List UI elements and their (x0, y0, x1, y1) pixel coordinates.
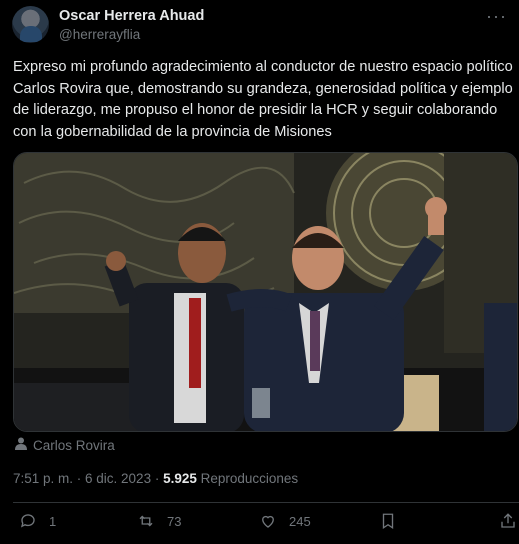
reply-icon (20, 514, 35, 528)
tagged-person-name: Carlos Rovira (33, 438, 115, 453)
repost-count: 73 (167, 513, 182, 529)
divider (13, 502, 519, 503)
views-label: Reproducciones (196, 471, 299, 486)
author-name[interactable]: Oscar Herrera Ahuad (59, 8, 204, 24)
share-button[interactable] (499, 512, 517, 530)
timestamp[interactable]: 7:51 p. m. · 6 dic. 2023 · (13, 471, 163, 486)
post-text: Expreso mi profundo agradecimiento al co… (13, 59, 517, 140)
reply-button[interactable]: 1 (19, 512, 56, 530)
post-photo[interactable] (13, 152, 518, 432)
more-icon[interactable]: ··· (486, 6, 507, 27)
like-icon (262, 515, 274, 528)
post-header: Oscar Herrera Ahuad @herrerayflia ··· (12, 6, 509, 44)
repost-icon (139, 515, 153, 527)
repost-button[interactable]: 73 (137, 512, 181, 530)
person-icon (15, 437, 29, 453)
tagged-person[interactable]: Carlos Rovira (15, 437, 115, 453)
bookmark-icon (382, 513, 394, 530)
action-bar: 1 73 245 (13, 512, 519, 538)
post-meta: 7:51 p. m. · 6 dic. 2023 · 5.925 Reprodu… (13, 471, 298, 486)
like-count: 245 (289, 513, 311, 529)
like-button[interactable]: 245 (259, 512, 311, 530)
avatar[interactable] (12, 6, 49, 43)
author-handle[interactable]: @herrerayflia (59, 27, 140, 42)
views-count: 5.925 (163, 471, 197, 486)
share-icon (501, 513, 515, 528)
bookmark-button[interactable] (379, 512, 397, 530)
reply-count: 1 (49, 513, 57, 529)
